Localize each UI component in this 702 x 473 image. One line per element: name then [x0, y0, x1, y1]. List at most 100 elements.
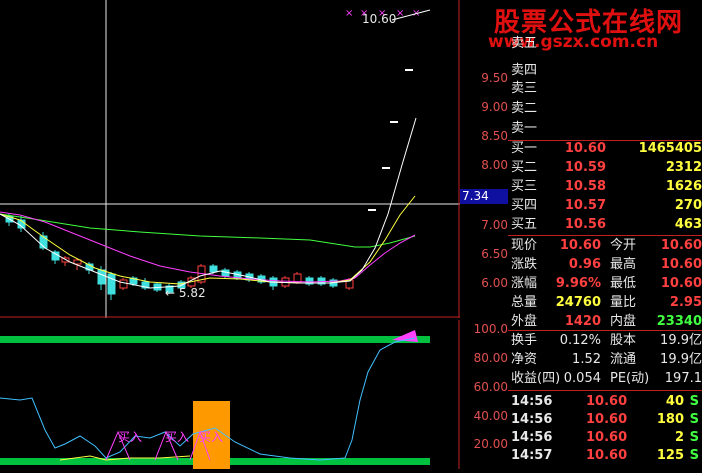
tick-side: S — [689, 412, 699, 427]
buy-row[interactable]: 买五 10.56 463 — [508, 216, 702, 234]
sell-label: 卖四 — [511, 63, 538, 78]
candle — [51, 251, 60, 261]
fundamental-label: 收益(四) — [511, 371, 561, 386]
indicator-chart-svg — [0, 320, 460, 469]
fundamental-label: 流通 — [610, 352, 637, 367]
tick-price: 10.60 — [586, 430, 628, 445]
tick-row[interactable]: 14:56 10.60 180 S — [508, 411, 702, 429]
indicator-top-band — [0, 336, 430, 343]
sell-row[interactable]: 卖二 — [508, 100, 702, 118]
indicator-axis-label: 20.00 — [473, 437, 508, 451]
tick-price: 10.60 — [586, 394, 628, 409]
stat-label: 最高 — [610, 257, 637, 272]
svg-text:×: × — [345, 8, 353, 19]
buy-price: 10.59 — [564, 160, 606, 175]
ma10-line — [0, 195, 416, 285]
buy-label-3: 买入 — [199, 430, 224, 444]
indicator-axis-label: 80.00 — [473, 351, 508, 365]
tick-row[interactable]: 14:57 10.60 125 S — [508, 447, 702, 465]
sell-label: 卖三 — [511, 81, 538, 96]
candles — [5, 69, 413, 300]
stat-label: 内盘 — [610, 314, 637, 329]
stat-value: 1420 — [564, 314, 601, 329]
tick-volume: 40 — [665, 394, 684, 409]
kline-chart[interactable]: × × × × × 10.60 ← 5.82 — [0, 0, 460, 318]
buy-row[interactable]: 买三 10.58 1626 — [508, 178, 702, 196]
candle — [97, 269, 106, 285]
stat-value: 2.95 — [669, 295, 702, 310]
indicator-axis-label: 100.0 — [473, 322, 508, 336]
fundamental-label: 净资 — [511, 352, 538, 367]
tick-time: 14:56 — [511, 412, 553, 427]
fundamental-value: 0.12% — [559, 333, 601, 348]
stat-value: 10.60 — [660, 238, 702, 253]
buy-price: 10.60 — [564, 141, 606, 156]
tick-volume: 125 — [656, 448, 684, 463]
low-price-value: 5.82 — [178, 286, 206, 300]
tick-row[interactable]: 14:56 10.60 2 S — [508, 429, 702, 447]
fundamental-value: 197.1 — [664, 371, 702, 386]
stat-value: 24760 — [555, 295, 601, 310]
ma60-line — [0, 213, 416, 248]
price-axis-label: 9.00 — [481, 100, 508, 114]
stat-row: 现价 10.60 今开 10.60 — [508, 237, 702, 255]
buy-label: 买三 — [511, 179, 538, 194]
buy-volume: 1626 — [665, 179, 702, 194]
stat-label: 最低 — [610, 276, 637, 291]
tick-side: S — [689, 448, 699, 463]
tick-time: 14:57 — [511, 448, 553, 463]
stat-label: 量比 — [610, 295, 637, 310]
price-axis-label: 7.00 — [481, 218, 508, 232]
indicator-axis-label: 40.00 — [473, 409, 508, 423]
buy-label: 买一 — [511, 141, 538, 156]
sell-label: 卖一 — [511, 121, 538, 136]
tick-time: 14:56 — [511, 394, 553, 409]
buy-volume: 2312 — [665, 160, 702, 175]
buy-price: 10.58 — [564, 179, 606, 194]
stat-value: 10.60 — [660, 257, 702, 272]
buy-label: 买五 — [511, 217, 538, 232]
buy-label-2: 买入 — [165, 430, 190, 444]
stat-label: 现价 — [511, 238, 538, 253]
fundamental-row: 收益(四) 0.054 PE(动) 197.1 — [508, 370, 702, 388]
tick-side: S — [689, 394, 699, 409]
sell-row[interactable]: 卖五 — [508, 35, 702, 53]
buy-row[interactable]: 买一 10.60 1465405 — [508, 140, 702, 158]
sell-row[interactable]: 卖三 — [508, 80, 702, 98]
stat-value: 0.96 — [568, 257, 601, 272]
stat-label: 今开 — [610, 238, 637, 253]
low-price-label: ← 5.82 — [165, 286, 206, 300]
stat-label: 涨跌 — [511, 257, 538, 272]
stat-value: 23340 — [656, 314, 702, 329]
indicator-chart[interactable]: 买入 买入 买入 — [0, 320, 460, 469]
top-price-label: 10.60 — [362, 12, 397, 26]
candle — [119, 279, 128, 289]
buy-volume: 270 — [674, 198, 702, 213]
stat-row: 涨跌 0.96 最高 10.60 — [508, 256, 702, 274]
stat-value: 10.60 — [660, 276, 702, 291]
fundamental-value: 0.054 — [563, 371, 601, 386]
tick-side: S — [689, 430, 699, 445]
buy-label-1: 买入 — [118, 430, 143, 444]
fundamental-label: 股本 — [610, 333, 637, 348]
fundamental-row: 换手 0.12% 股本 19.9亿 — [508, 332, 702, 350]
buy-label: 买四 — [511, 198, 538, 213]
tick-volume: 2 — [674, 430, 684, 445]
divider — [508, 390, 702, 391]
buy-row[interactable]: 买二 10.59 2312 — [508, 159, 702, 177]
sell-row[interactable]: 卖四 — [508, 62, 702, 80]
tick-row[interactable]: 14:56 10.60 40 S — [508, 393, 702, 411]
price-axis-label: 6.00 — [481, 276, 508, 290]
fundamental-row: 净资 1.52 流通 19.9亿 — [508, 351, 702, 369]
crosshair-price-label: 7.34 — [460, 189, 508, 204]
sell-row[interactable]: 卖一 — [508, 120, 702, 138]
fundamental-value: 19.9亿 — [660, 333, 702, 348]
buy-price: 10.57 — [564, 198, 606, 213]
buy-price: 10.56 — [564, 217, 606, 232]
buy-row[interactable]: 买四 10.57 270 — [508, 197, 702, 215]
divider — [508, 330, 702, 331]
sell-label: 卖二 — [511, 101, 538, 116]
tick-price: 10.60 — [586, 448, 628, 463]
candle — [209, 265, 218, 273]
candle — [293, 273, 302, 283]
